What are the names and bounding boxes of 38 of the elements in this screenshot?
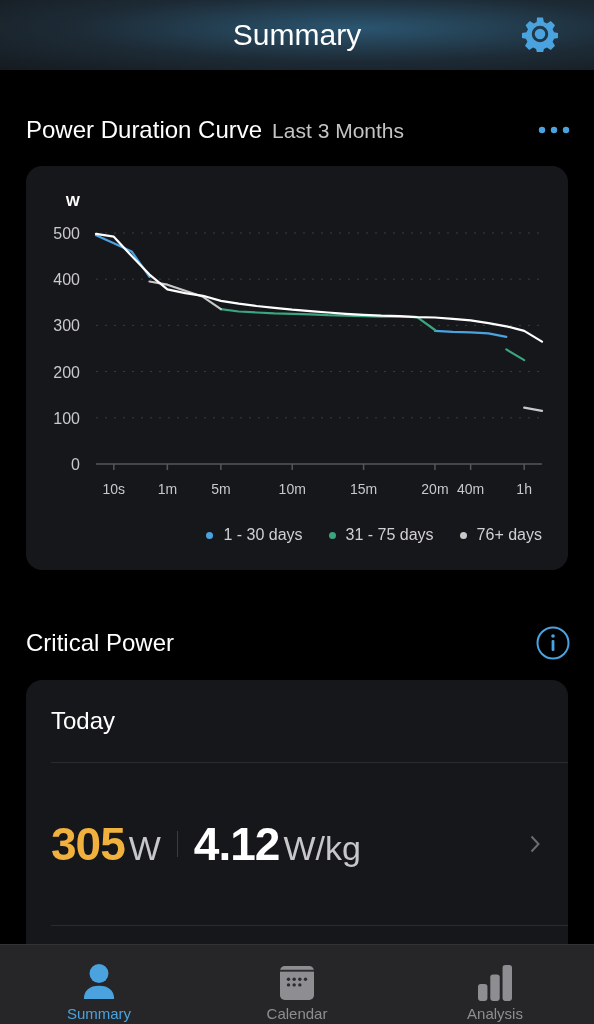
calendar-icon <box>280 965 314 1001</box>
x-tick-label: 1h <box>516 481 532 497</box>
power-unit: W <box>128 828 161 869</box>
settings-icon[interactable] <box>522 16 558 52</box>
axis-unit: W <box>65 192 80 209</box>
relative-power-value: 4.12 <box>193 817 280 872</box>
info-icon[interactable] <box>536 626 570 660</box>
x-tick-label: 1m <box>157 481 178 497</box>
x-tick-label: 40m <box>457 481 485 497</box>
section-title: Power Duration Curve <box>26 116 263 144</box>
power-value: 305 <box>51 817 125 872</box>
screen-title: Summary <box>232 18 362 52</box>
legend-label: 76+ days <box>476 526 542 544</box>
person-icon <box>82 963 116 1001</box>
period-label: Today <box>51 680 568 763</box>
critical-power-row[interactable]: 305W 4.12W/kg <box>51 763 568 926</box>
legend-label: 31 - 75 days <box>345 526 434 544</box>
x-tick-label: 5m <box>211 481 231 497</box>
x-tick-label: 10s <box>102 481 126 497</box>
y-tick-label: 500 <box>53 225 80 242</box>
more-icon[interactable] <box>538 126 570 134</box>
y-tick-label: 0 <box>71 456 80 473</box>
tab-item[interactable]: Calendar <box>198 945 396 1024</box>
x-tick-label: 20m <box>421 481 449 497</box>
y-tick-label: 100 <box>53 409 80 427</box>
section-title: Critical Power <box>26 629 175 657</box>
y-tick-label: 300 <box>53 317 80 335</box>
y-tick-label: 400 <box>53 271 80 289</box>
section-subtitle: Last 3 Months <box>272 119 404 143</box>
chevron-icon <box>530 835 540 853</box>
legend-label: 1 - 30 days <box>223 526 303 544</box>
tab-item[interactable]: Analysis <box>396 945 594 1024</box>
x-tick-label: 15m <box>350 481 378 497</box>
bar-chart-icon <box>478 965 512 1001</box>
relative-power-unit: W/kg <box>283 828 361 869</box>
x-tick-label: 10m <box>278 481 306 497</box>
y-tick-label: 200 <box>53 363 80 381</box>
tab-item[interactable]: Summary <box>0 945 198 1024</box>
